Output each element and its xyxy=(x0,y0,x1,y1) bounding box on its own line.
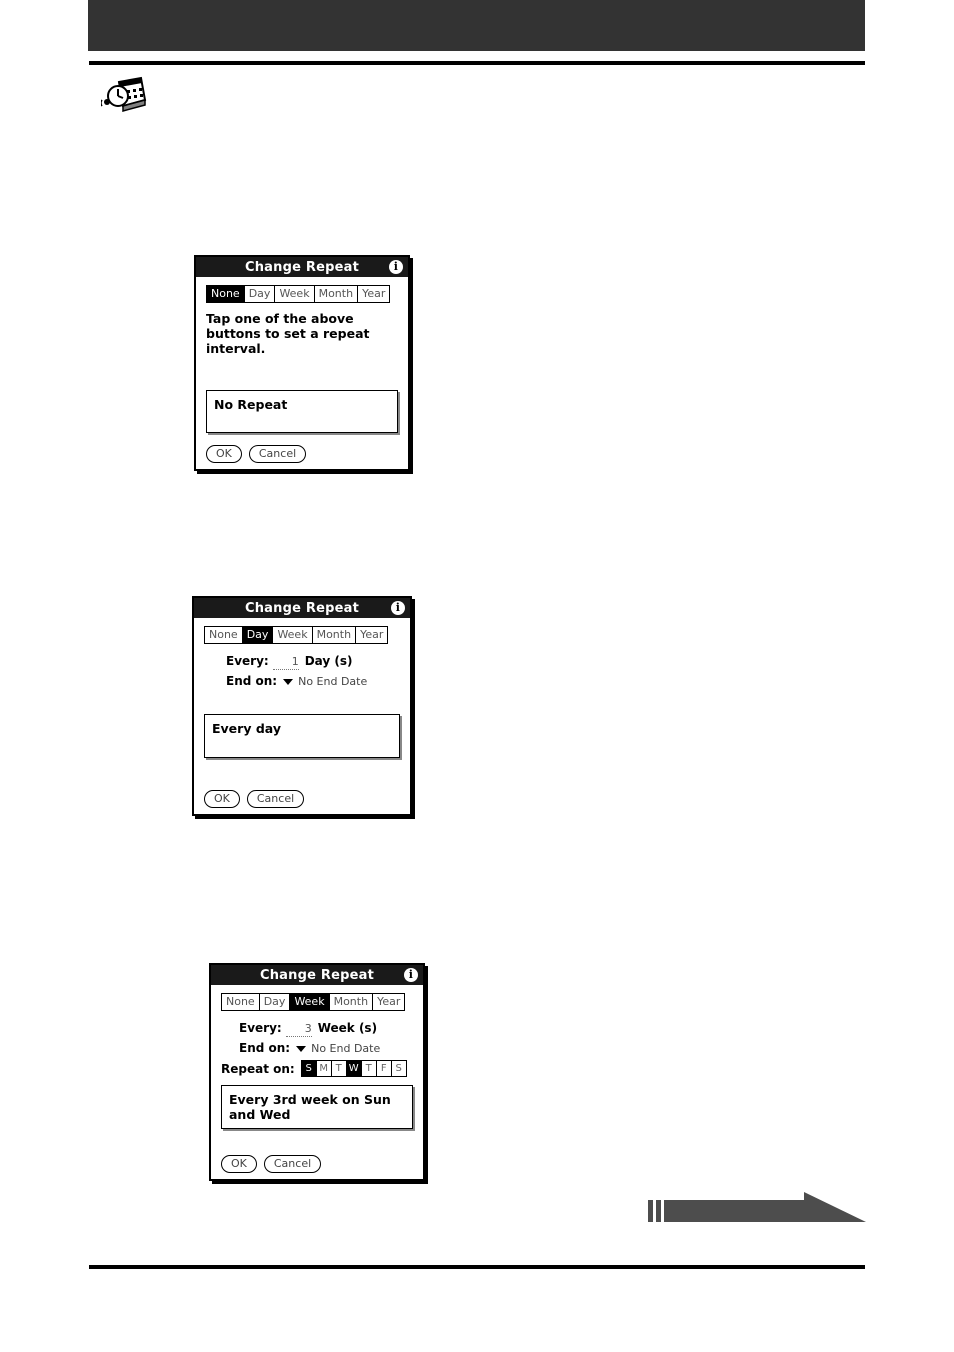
end-on-value[interactable]: No End Date xyxy=(311,1042,380,1055)
repeat-interval-selector[interactable]: None Day Week Month Year xyxy=(206,285,391,303)
interval-button-none[interactable]: None xyxy=(207,286,245,302)
header-divider-rule xyxy=(89,61,865,65)
interval-button-month[interactable]: Month xyxy=(314,286,359,302)
repeat-on-label: Repeat on: xyxy=(221,1061,295,1076)
change-repeat-dialog-day[interactable]: Change Repeat i None Day Week Month Year… xyxy=(192,596,412,816)
end-on-field-row[interactable]: End on: No End Date xyxy=(204,674,400,688)
interval-button-month[interactable]: Month xyxy=(329,994,374,1010)
every-interval-input[interactable]: 3 xyxy=(285,1022,312,1037)
footer-divider-rule xyxy=(89,1265,865,1269)
repeat-interval-selector[interactable]: None Day Week Month Year xyxy=(221,993,406,1011)
info-icon[interactable]: i xyxy=(391,601,405,615)
day-toggle-friday[interactable]: F xyxy=(376,1061,392,1076)
interval-button-week[interactable]: Week xyxy=(273,627,313,643)
ok-button[interactable]: OK xyxy=(221,1155,257,1173)
cancel-button[interactable]: Cancel xyxy=(248,445,307,463)
interval-button-year[interactable]: Year xyxy=(358,286,390,302)
end-on-value[interactable]: No End Date xyxy=(298,675,367,688)
every-label: Every: xyxy=(239,1021,282,1035)
repeat-on-row[interactable]: Repeat on: S M T W T F S xyxy=(221,1060,413,1077)
interval-button-year[interactable]: Year xyxy=(373,994,405,1010)
day-of-week-selector[interactable]: S M T W T F S xyxy=(300,1060,407,1077)
repeat-summary-box: Every day xyxy=(204,714,400,758)
dialog-title-text: Change Repeat xyxy=(259,967,374,983)
ok-button[interactable]: OK xyxy=(204,790,240,808)
interval-button-day[interactable]: Day xyxy=(244,286,276,302)
right-arrow-banner-icon xyxy=(648,1192,866,1234)
info-icon[interactable]: i xyxy=(389,260,403,274)
dialog-body: None Day Week Month Year Every: 3 Week (… xyxy=(211,985,423,1179)
every-field-row[interactable]: Every: 3 Week (s) xyxy=(221,1021,413,1037)
day-toggle-tuesday[interactable]: T xyxy=(331,1061,347,1076)
chevron-down-icon[interactable] xyxy=(283,679,294,685)
change-repeat-dialog-week[interactable]: Change Repeat i None Day Week Month Year… xyxy=(209,963,425,1181)
every-unit-label: Day (s) xyxy=(304,654,353,668)
day-toggle-wednesday[interactable]: W xyxy=(346,1061,362,1076)
interval-button-week[interactable]: Week xyxy=(290,994,330,1010)
repeat-summary-box: No Repeat xyxy=(206,390,398,433)
dialog-title-text: Change Repeat xyxy=(244,600,359,616)
interval-button-week[interactable]: Week xyxy=(275,286,315,302)
cancel-button[interactable]: Cancel xyxy=(246,790,305,808)
every-field-row[interactable]: Every: 1 Day (s) xyxy=(204,654,400,670)
interval-button-month[interactable]: Month xyxy=(312,627,357,643)
day-toggle-thursday[interactable]: T xyxy=(361,1061,377,1076)
end-on-label: End on: xyxy=(226,674,278,688)
change-repeat-dialog-none[interactable]: Change Repeat i None Day Week Month Year… xyxy=(194,255,410,471)
dialog-title-bar: Change Repeat i xyxy=(194,598,410,618)
interval-button-year[interactable]: Year xyxy=(356,627,388,643)
dialog-title-bar: Change Repeat i xyxy=(196,257,408,277)
end-on-label: End on: xyxy=(239,1041,291,1055)
dialog-actions: OK Cancel xyxy=(206,438,398,463)
interval-button-day[interactable]: Day xyxy=(259,994,291,1010)
day-toggle-sunday[interactable]: S xyxy=(301,1061,317,1076)
dialog-actions: OK Cancel xyxy=(221,1148,413,1173)
interval-button-none[interactable]: None xyxy=(222,994,260,1010)
day-toggle-monday[interactable]: M xyxy=(316,1061,332,1076)
cancel-button[interactable]: Cancel xyxy=(263,1155,322,1173)
day-toggle-saturday[interactable]: S xyxy=(391,1061,406,1076)
date-book-icon xyxy=(100,74,149,118)
every-label: Every: xyxy=(226,654,269,668)
dialog-body: None Day Week Month Year Every: 1 Day (s… xyxy=(194,618,410,814)
chevron-down-icon[interactable] xyxy=(296,1046,307,1052)
dialog-title-bar: Change Repeat i xyxy=(211,965,423,985)
dialog-body: None Day Week Month Year Tap one of the … xyxy=(196,277,408,469)
every-unit-label: Week (s) xyxy=(317,1021,378,1035)
ok-button[interactable]: OK xyxy=(206,445,242,463)
interval-button-day[interactable]: Day xyxy=(242,627,274,643)
page-header-bar xyxy=(88,0,865,51)
end-on-field-row[interactable]: End on: No End Date xyxy=(221,1041,413,1055)
repeat-interval-selector[interactable]: None Day Week Month Year xyxy=(204,626,389,644)
dialog-title-text: Change Repeat xyxy=(244,259,359,275)
dialog-actions: OK Cancel xyxy=(204,783,400,808)
every-interval-input[interactable]: 1 xyxy=(272,655,299,670)
interval-button-none[interactable]: None xyxy=(205,627,243,643)
repeat-summary-box: Every 3rd week on Sun and Wed xyxy=(221,1085,413,1129)
repeat-help-text: Tap one of the above buttons to set a re… xyxy=(206,311,370,356)
info-icon[interactable]: i xyxy=(404,968,418,982)
